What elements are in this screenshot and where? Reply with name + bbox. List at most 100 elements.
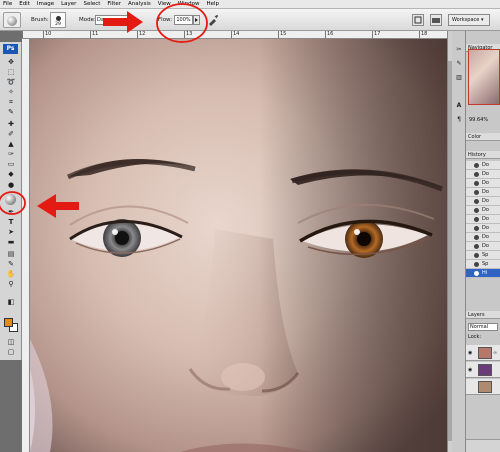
tools-icon[interactable]: ✂ — [454, 45, 464, 54]
flow-input[interactable]: 100% — [174, 15, 193, 25]
ruler-tick: 18 — [419, 31, 428, 38]
default-colors-icon[interactable]: ◧ — [6, 298, 16, 306]
history-state[interactable]: Do — [466, 215, 500, 224]
path-selection-tool-icon[interactable]: ➤ — [6, 228, 16, 236]
dodge-tool-icon[interactable] — [5, 194, 16, 205]
history-state[interactable]: Do — [466, 197, 500, 206]
workspace-menu[interactable]: Workspace ▾ — [448, 14, 490, 26]
history-state[interactable]: Do — [466, 233, 500, 242]
history-state-icon — [474, 262, 479, 267]
menu-view[interactable]: View — [158, 1, 171, 7]
eye-icon[interactable]: ◉ — [468, 350, 472, 356]
foreground-color-swatch[interactable] — [4, 318, 13, 327]
tab-layers[interactable]: Layers — [466, 311, 500, 319]
history-state[interactable]: Do — [466, 206, 500, 215]
menu-help[interactable]: Help — [206, 1, 219, 7]
history-state[interactable]: Do — [466, 188, 500, 197]
mode-select[interactable]: Da — [95, 15, 133, 25]
workspace-label: Workspace — [452, 17, 480, 23]
blend-mode-select[interactable]: Normal — [468, 323, 498, 331]
bridge-icon — [432, 18, 440, 23]
history-state-icon — [474, 271, 479, 276]
eye-icon[interactable]: ◉ — [468, 367, 472, 373]
history-state[interactable]: Do — [466, 170, 500, 179]
menu-file[interactable]: File — [3, 1, 12, 7]
hand-tool-icon[interactable]: ✋ — [6, 270, 16, 278]
tab-history[interactable]: History — [466, 151, 500, 159]
document-canvas[interactable] — [30, 39, 447, 452]
tool-preset-picker[interactable] — [3, 12, 21, 28]
ruler-tick: 15 — [278, 31, 287, 38]
airbrush-toggle[interactable] — [207, 14, 219, 26]
lasso-tool-icon[interactable]: ➰ — [6, 78, 16, 86]
navigator-thumbnail[interactable] — [468, 49, 500, 105]
menu-image[interactable]: Image — [37, 1, 54, 7]
screen-mode-icon[interactable]: ▢ — [6, 348, 16, 356]
paragraph-icon[interactable]: ¶ — [454, 115, 464, 124]
history-state[interactable]: Sp — [466, 260, 500, 269]
clone-source-icon[interactable]: ▥ — [454, 73, 464, 82]
menu-bar: File Edit Image Layer Select Filter Anal… — [0, 0, 500, 9]
marquee-tool-icon[interactable]: ⬚ — [6, 68, 16, 76]
eraser-tool-icon[interactable]: ▭ — [6, 160, 16, 168]
history-state-current[interactable]: Hi — [466, 269, 500, 278]
airbrush-icon — [209, 15, 218, 26]
brush-tool-icon[interactable]: ✐ — [6, 130, 16, 138]
history-state-label: Do — [482, 198, 489, 204]
history-state[interactable]: Do — [466, 179, 500, 188]
tab-color[interactable]: Color — [466, 133, 500, 141]
history-state-icon — [474, 199, 479, 204]
layer-row[interactable] — [466, 379, 500, 395]
brush-picker[interactable]: 29 — [50, 12, 66, 28]
menu-filter[interactable]: Filter — [107, 1, 121, 7]
slice-tool-icon[interactable]: ✎ — [6, 108, 16, 116]
move-tool-icon[interactable]: ✥ — [6, 58, 16, 66]
history-state-label: Do — [482, 207, 489, 213]
pen-tool-icon[interactable]: ✒ — [6, 208, 16, 216]
menu-window[interactable]: Window — [178, 1, 200, 7]
layers-footer — [466, 439, 500, 452]
menu-layer[interactable]: Layer — [61, 1, 76, 7]
toolbox: Ps ✥ ⬚ ➰ ✧ ⌗ ✎ ✚ ✐ ▲ ✑ ▭ ◆ ● ✒ T ➤ ▬ ▤ ✎… — [0, 42, 22, 360]
character-icon[interactable]: A — [454, 101, 464, 110]
quick-mask-icon[interactable]: ◫ — [6, 338, 16, 346]
menu-select[interactable]: Select — [83, 1, 100, 7]
ruler-tick: 10 — [43, 31, 52, 38]
ruler-tick: 12 — [137, 31, 146, 38]
ps-logo: Ps — [3, 44, 18, 54]
history-state-label: Sp — [482, 252, 489, 258]
magic-wand-tool-icon[interactable]: ✧ — [6, 88, 16, 96]
clone-stamp-tool-icon[interactable]: ▲ — [6, 140, 16, 148]
history-state-icon — [474, 235, 479, 240]
layer-row[interactable]: ◉ — [466, 362, 500, 378]
brush-presets-icon[interactable]: ✎ — [454, 59, 464, 68]
navigator-zoom[interactable]: 99.64% — [469, 117, 488, 123]
zoom-tool-icon[interactable]: ⚲ — [6, 280, 16, 288]
menu-analysis[interactable]: Analysis — [128, 1, 151, 7]
palette-well-button[interactable] — [412, 14, 424, 26]
paint-bucket-tool-icon[interactable]: ◆ — [6, 170, 16, 178]
chevron-right-icon — [195, 18, 198, 22]
history-state-icon — [474, 190, 479, 195]
history-state[interactable]: Do — [466, 242, 500, 251]
eyedropper-tool-icon[interactable]: ✎ — [6, 260, 16, 268]
history-state[interactable]: Sp — [466, 251, 500, 260]
history-state-label: Do — [482, 162, 489, 168]
history-state-icon — [474, 208, 479, 213]
type-tool-icon[interactable]: T — [6, 218, 16, 226]
notes-tool-icon[interactable]: ▤ — [6, 250, 16, 258]
layer-row[interactable]: ◉ ∞ — [466, 345, 500, 361]
history-state[interactable]: Do — [466, 224, 500, 233]
shape-tool-icon[interactable]: ▬ — [6, 238, 16, 246]
blur-tool-icon[interactable]: ● — [6, 181, 16, 189]
menu-edit[interactable]: Edit — [19, 1, 30, 7]
crop-tool-icon[interactable]: ⌗ — [6, 98, 16, 106]
right-panels: Navigator 99.64% Color History Do Do Do … — [466, 31, 500, 452]
history-brush-tool-icon[interactable]: ✑ — [6, 150, 16, 158]
flow-slider-arrow[interactable] — [193, 15, 200, 25]
bridge-button[interactable] — [430, 14, 442, 26]
healing-brush-tool-icon[interactable]: ✚ — [6, 120, 16, 128]
history-state[interactable]: Do — [466, 161, 500, 170]
horizontal-ruler: 10 11 12 13 14 15 16 17 18 — [22, 31, 447, 39]
panel-icon-strip: ✂ ✎ ▥ A ¶ — [452, 31, 466, 452]
